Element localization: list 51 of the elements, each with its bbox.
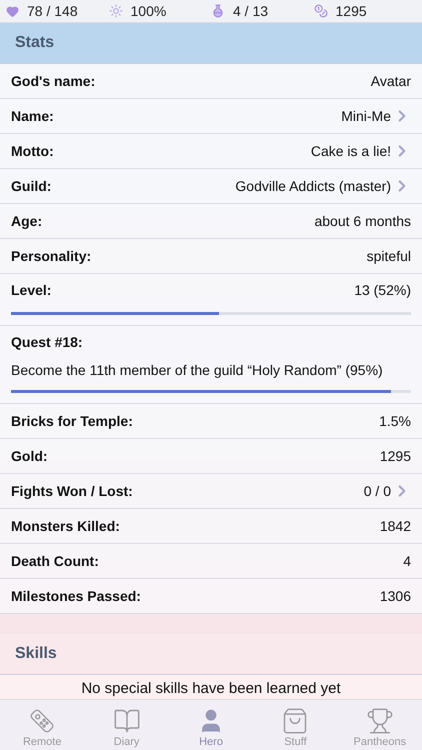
stat-link-row[interactable]: Motto: Cake is a lie! <box>0 134 422 169</box>
stat-label: Fights Won / Lost: <box>11 483 133 499</box>
stat-label: Personality: <box>11 248 92 264</box>
flask-icon <box>211 4 225 18</box>
stat-label: Milestones Passed: <box>11 588 141 604</box>
stat-label: Gold: <box>11 448 48 464</box>
stat-value: about 6 months <box>314 213 411 229</box>
stat-value: Cake is a lie! <box>310 143 391 159</box>
stat-label: Motto: <box>11 143 54 159</box>
coins-icon <box>314 4 328 18</box>
stat-value: Godville Addicts (master) <box>235 178 391 194</box>
stat-value: 1842 <box>380 518 411 534</box>
coin-count: 1295 <box>336 3 367 19</box>
tab[interactable]: Remote <box>0 700 84 750</box>
sun-icon <box>108 4 122 18</box>
stat-value: Avatar <box>370 73 411 89</box>
stat-link-row[interactable]: Guild: Godville Addicts (master) <box>0 169 422 204</box>
book-icon <box>112 707 141 735</box>
stat-label: Age: <box>11 213 42 229</box>
tab[interactable]: Pantheons <box>338 700 422 750</box>
tab[interactable]: Diary <box>84 700 169 750</box>
quest-text: Become the 11th member of the guild “Holy Random” (95%) <box>11 361 384 380</box>
stat-value: spiteful <box>366 248 411 264</box>
section-title: Stats <box>15 34 54 52</box>
stat-label: Monsters Killed: <box>11 518 120 534</box>
stat-value: 13 (52%) <box>354 282 411 298</box>
stat-label: Guild: <box>11 178 52 194</box>
stat-label: Bricks for Temple: <box>11 413 133 429</box>
stat-value: 1.5% <box>379 413 411 429</box>
tab[interactable]: Hero <box>168 700 254 750</box>
empty-message: No special skills have been learned yet <box>81 680 341 697</box>
stat-label: Level: <box>11 282 52 298</box>
stat-label: Name: <box>11 108 54 124</box>
stat-value: 4 <box>403 553 411 569</box>
stat-value: 1306 <box>380 588 411 604</box>
prana-value: 100% <box>130 3 166 19</box>
health-value: 78 / 148 <box>27 3 78 19</box>
stat-label: Death Count: <box>11 553 99 569</box>
heart-icon <box>6 4 19 18</box>
stat-value: 1295 <box>380 448 411 464</box>
section-title: Skills <box>15 645 57 663</box>
stat-value: Mini-Me <box>341 108 391 124</box>
stat-value: 0 / 0 <box>364 483 391 499</box>
stat-link-row[interactable]: Fights Won / Lost: 0 / 0 <box>0 474 422 509</box>
stat-label: Quest #18: <box>11 334 84 350</box>
tab[interactable]: Stuff <box>253 700 338 750</box>
stat-link-row[interactable]: Name: Mini-Me <box>0 99 422 134</box>
trophy-icon <box>366 707 394 735</box>
remote-icon <box>28 707 56 735</box>
stat-label: God's name: <box>11 73 96 89</box>
inventory-value: 4 / 13 <box>233 3 268 19</box>
